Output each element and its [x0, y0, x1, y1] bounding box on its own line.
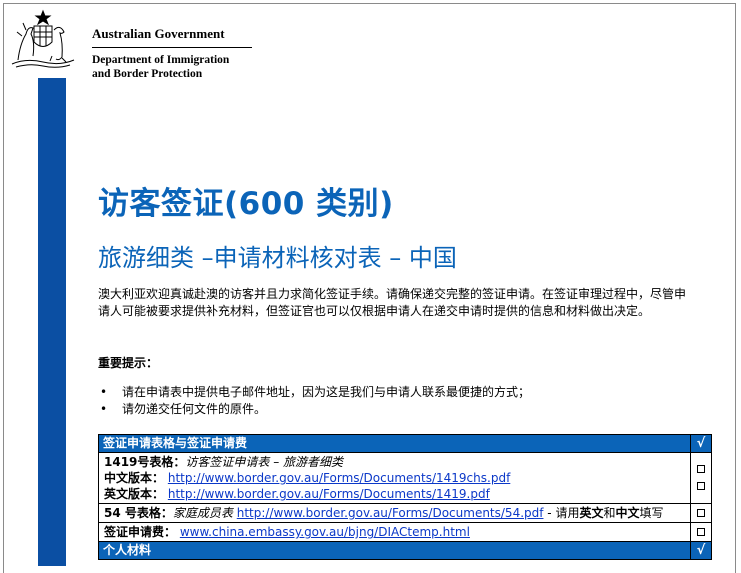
form-54-instruction-1: - 请用 [543, 506, 580, 520]
government-header: Australian Government Department of Immi… [92, 26, 252, 81]
department-name-line1: Department of Immigration [92, 54, 230, 66]
side-accent-bar [38, 78, 66, 566]
form-54-link[interactable]: http://www.border.gov.au/Forms/Documents… [237, 506, 544, 520]
section-title: 签证申请表格与签证申请费 [98, 434, 691, 453]
header-divider [92, 47, 252, 48]
form-54-checkbox-cell [690, 503, 712, 523]
checklist-row-form-1419: 1419号表格：访客签证申请表 – 旅游者细类 中文版本： http://www… [98, 452, 712, 504]
page-subtitle: 旅游细类 –申请材料核对表 – 中国 [98, 244, 457, 272]
form-54-and: 和 [603, 506, 616, 520]
section-tick-icon: √ [690, 541, 712, 560]
checkbox-english-version[interactable] [697, 482, 705, 490]
checkbox-fee[interactable] [697, 528, 705, 536]
checklist-table: 签证申请表格与签证申请费 √ 1419号表格：访客签证申请表 – 旅游者细类 中… [98, 434, 712, 560]
important-notice-heading: 重要提示： [98, 356, 159, 370]
section-title: 个人材料 [98, 541, 691, 560]
notice-bullet-originals: 请勿递交任何文件的原件。 [98, 401, 530, 418]
department-name-line2: and Border Protection [92, 68, 203, 80]
form-1419-cell: 1419号表格：访客签证申请表 – 旅游者细类 中文版本： http://www… [98, 452, 691, 504]
form-54-colon: ： [160, 506, 173, 520]
form-54-chinese: 中文 [615, 506, 640, 520]
section-tick-icon: √ [690, 434, 712, 453]
coat-of-arms-icon [11, 9, 75, 68]
chinese-version-label: 中文版本： [104, 471, 165, 485]
fee-link[interactable]: www.china.embassy.gov.au/bjng/DIACtemp.h… [180, 525, 470, 539]
checklist-row-form-54: 54 号表格：家庭成员表 http://www.border.gov.au/Fo… [98, 503, 712, 523]
form-1419-checkbox-cell [690, 452, 712, 504]
form-1419-english-link[interactable]: http://www.border.gov.au/Forms/Documents… [168, 487, 490, 501]
section-header-forms-fees: 签证申请表格与签证申请费 √ [98, 434, 712, 453]
form-1419-desc: 访客签证申请表 – 旅游者细类 [185, 455, 344, 469]
form-54-label: 54 号表格 [104, 506, 161, 520]
page-title: 访客签证(600 类别) [98, 186, 394, 222]
checklist-row-fee: 签证申请费： www.china.embassy.gov.au/bjng/DIA… [98, 522, 712, 542]
notice-bullet-email: 请在申请表中提供电子邮件地址，因为这是我们与申请人联系最便捷的方式； [98, 384, 530, 401]
fee-label: 签证申请费： [104, 525, 177, 539]
fee-cell: 签证申请费： www.china.embassy.gov.au/bjng/DIA… [98, 522, 691, 542]
checkbox-form-54[interactable] [697, 509, 705, 517]
section-header-personal-docs: 个人材料 √ [98, 541, 712, 560]
form-1419-label: 1419号表格： [104, 455, 186, 469]
form-1419-chinese-link[interactable]: http://www.border.gov.au/Forms/Documents… [168, 471, 510, 485]
important-notice-list: 请在申请表中提供电子邮件地址，因为这是我们与申请人联系最便捷的方式； 请勿递交任… [98, 384, 530, 418]
form-54-english: 英文 [579, 506, 604, 520]
english-version-label: 英文版本： [104, 487, 165, 501]
checkbox-chinese-version[interactable] [697, 465, 705, 473]
form-54-cell: 54 号表格：家庭成员表 http://www.border.gov.au/Fo… [98, 503, 691, 523]
intro-paragraph: 澳大利亚欢迎真诚赴澳的访客并且力求简化签证手续。请确保递交完整的签证申请。在签证… [98, 287, 687, 318]
fee-checkbox-cell [690, 522, 712, 542]
government-name: Australian Government [92, 26, 225, 41]
form-54-desc: 家庭成员表 [172, 506, 233, 520]
form-54-instruction-2: 填写 [639, 506, 664, 520]
